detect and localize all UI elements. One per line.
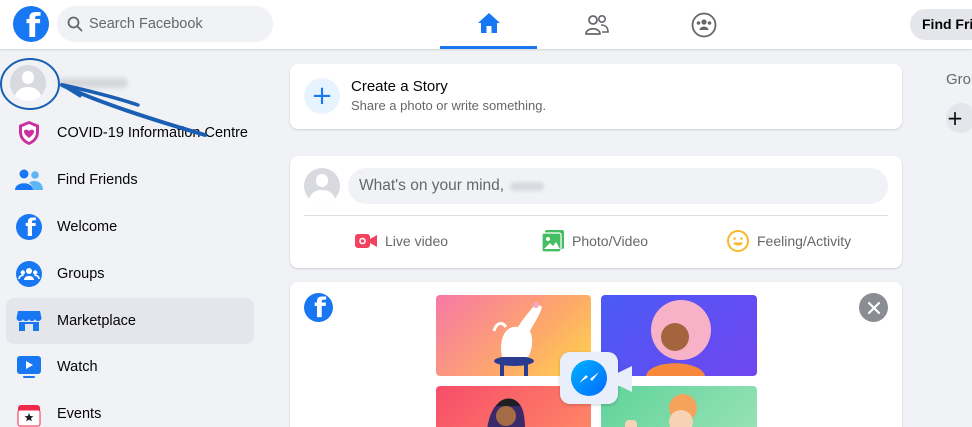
search-icon	[67, 16, 83, 32]
profile-avatar	[10, 65, 46, 101]
sidebar-item-label: Marketplace	[57, 313, 136, 329]
search-input[interactable]	[89, 16, 259, 32]
sidebar-item-covid[interactable]: COVID-19 Information Centre	[6, 110, 254, 156]
top-navigation-bar: f Find Frie	[0, 0, 972, 49]
search-box[interactable]	[57, 6, 273, 42]
sidebar-item-groups[interactable]: Groups	[6, 251, 254, 297]
photo-video-button[interactable]: Photo/Video	[542, 226, 648, 256]
sidebar-item-label: Groups	[57, 266, 105, 282]
sidebar-item-watch[interactable]: Watch	[6, 344, 254, 390]
photo-video-icon	[542, 230, 564, 252]
story-subtitle: Share a photo or write something.	[351, 98, 547, 113]
live-video-icon	[355, 230, 377, 252]
action-label: Photo/Video	[572, 233, 649, 249]
groups-icon	[15, 260, 43, 288]
composer-avatar[interactable]	[304, 168, 340, 204]
feeling-activity-button[interactable]: Feeling/Activity	[727, 226, 851, 256]
live-video-button[interactable]: Live video	[355, 226, 448, 256]
groups-icon	[691, 12, 716, 37]
sidebar-item-label: Events	[57, 406, 102, 422]
redacted-user-name	[510, 181, 545, 191]
sidebar-item-label: COVID-19 Information Centre	[57, 125, 248, 141]
illustration-girl-tile	[601, 386, 757, 427]
find-friends-icon	[15, 166, 43, 194]
tab-home[interactable]	[440, 0, 537, 49]
add-story-icon[interactable]: +	[304, 78, 340, 114]
messenger-rooms-promo-card: f	[290, 282, 902, 427]
covid-shield-icon	[15, 119, 43, 147]
right-column-heading: Gro	[946, 71, 972, 88]
action-label: Live video	[385, 233, 449, 249]
illustration-woman-tile	[601, 295, 757, 376]
whats-on-your-mind-input[interactable]: What's on your mind,	[348, 168, 888, 204]
tab-friends[interactable]	[548, 0, 645, 49]
feeling-icon	[727, 230, 749, 252]
sidebar-item-welcome[interactable]: f Welcome	[6, 204, 254, 250]
marketplace-icon	[15, 307, 43, 335]
action-label: Feeling/Activity	[757, 233, 852, 249]
watch-icon	[15, 353, 43, 381]
sidebar-item-label: Watch	[57, 359, 98, 375]
friends-icon	[584, 14, 609, 35]
composer-prompt: What's on your mind,	[359, 177, 505, 194]
sidebar-item-events[interactable]: Events	[6, 391, 254, 427]
story-title: Create a Story	[351, 78, 448, 95]
facebook-logo-icon[interactable]: f	[13, 6, 49, 42]
sidebar-item-find-friends[interactable]: Find Friends	[6, 157, 254, 203]
events-icon	[15, 400, 43, 427]
close-icon	[867, 301, 880, 314]
sidebar-item-marketplace[interactable]: Marketplace	[6, 298, 254, 344]
tab-groups[interactable]	[655, 0, 752, 49]
find-friends-button[interactable]: Find Frie	[910, 9, 972, 40]
create-story-card[interactable]: + Create a Story Share a photo or write …	[290, 64, 902, 129]
sidebar-profile[interactable]	[6, 60, 254, 106]
create-group-button[interactable]: +	[946, 103, 972, 133]
post-composer: What's on your mind, Live video Photo/Vi…	[290, 156, 902, 268]
messenger-logo-icon	[560, 352, 618, 404]
facebook-icon: f	[304, 293, 333, 322]
close-button[interactable]	[859, 293, 888, 322]
sidebar-item-label: Welcome	[57, 219, 118, 235]
home-icon	[477, 13, 500, 33]
facebook-icon: f	[15, 213, 43, 241]
redacted-profile-name	[58, 78, 128, 88]
divider	[304, 215, 888, 216]
sidebar-item-label: Find Friends	[57, 172, 138, 188]
